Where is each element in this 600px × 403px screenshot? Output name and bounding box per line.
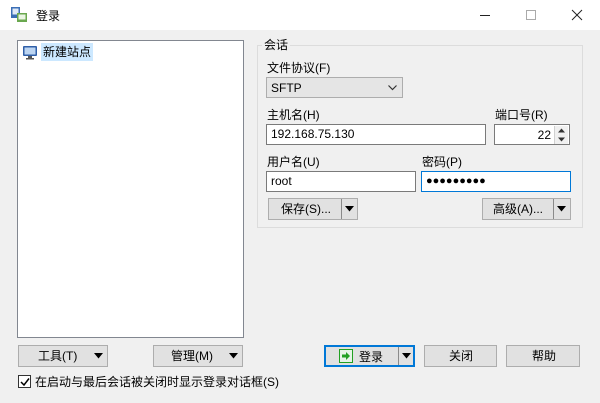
tools-button[interactable]: 工具(T) xyxy=(18,345,108,367)
new-site-icon xyxy=(23,46,37,60)
dropdown-arrow-icon xyxy=(229,353,238,359)
protocol-select[interactable]: SFTP xyxy=(266,77,403,98)
minimize-button[interactable] xyxy=(462,0,508,30)
chevron-up-icon xyxy=(558,128,565,133)
password-field[interactable]: ●●●●●●●●● xyxy=(421,171,571,192)
help-button-label: 帮助 xyxy=(532,349,557,363)
advanced-button[interactable]: 高级(A)... xyxy=(482,198,571,220)
host-input[interactable]: 192.168.75.130 xyxy=(266,124,486,145)
login-button[interactable]: 登录 xyxy=(324,345,415,367)
site-tree[interactable]: 新建站点 xyxy=(17,40,244,338)
protocol-label: 文件协议(F) xyxy=(267,61,331,75)
close-button-label: 关闭 xyxy=(449,349,474,363)
maximize-icon xyxy=(526,10,536,20)
dropdown-arrow-icon xyxy=(557,206,566,212)
login-icon xyxy=(339,349,353,363)
login-button-label: 登录 xyxy=(359,350,384,364)
close-window-button[interactable] xyxy=(554,0,600,30)
port-value: 22 xyxy=(537,128,551,142)
chevron-down-icon xyxy=(558,137,565,142)
title-bar: 登录 xyxy=(0,0,600,30)
user-label: 用户名(U) xyxy=(267,155,320,169)
tools-button-label: 工具(T) xyxy=(38,349,78,363)
window-title: 登录 xyxy=(36,9,61,23)
protocol-value: SFTP xyxy=(271,81,302,95)
port-label: 端口号(R) xyxy=(495,108,548,122)
show-login-checkbox[interactable] xyxy=(18,375,31,388)
save-button[interactable]: 保存(S)... xyxy=(268,198,358,220)
minimize-icon xyxy=(480,15,490,16)
password-label: 密码(P) xyxy=(422,155,462,169)
save-button-divider xyxy=(341,199,342,219)
maximize-button[interactable] xyxy=(508,0,554,30)
port-increment-button[interactable] xyxy=(554,126,568,135)
dropdown-arrow-icon xyxy=(94,353,103,359)
manage-button-label: 管理(M) xyxy=(171,349,213,363)
close-button[interactable]: 关闭 xyxy=(424,345,497,367)
login-button-divider xyxy=(398,347,399,365)
user-input[interactable]: root xyxy=(266,171,416,192)
session-group-title: 会话 xyxy=(262,38,291,52)
advanced-button-label: 高级(A)... xyxy=(493,202,543,216)
checkmark-icon xyxy=(20,378,30,387)
dropdown-arrow-icon xyxy=(345,206,354,212)
app-icon xyxy=(11,7,27,22)
chevron-down-icon xyxy=(388,85,397,91)
dropdown-arrow-icon xyxy=(402,353,411,359)
close-icon xyxy=(571,9,583,21)
manage-button[interactable]: 管理(M) xyxy=(153,345,243,367)
save-button-label: 保存(S)... xyxy=(281,202,331,216)
help-button[interactable]: 帮助 xyxy=(506,345,580,367)
show-login-checkbox-label[interactable]: 在启动与最后会话被关闭时显示登录对话框(S) xyxy=(35,375,279,389)
tree-item-label: 新建站点 xyxy=(41,43,94,61)
port-stepper[interactable]: 22 xyxy=(494,124,570,145)
port-decrement-button[interactable] xyxy=(554,135,568,144)
advanced-button-divider xyxy=(553,199,554,219)
host-label: 主机名(H) xyxy=(267,108,320,122)
